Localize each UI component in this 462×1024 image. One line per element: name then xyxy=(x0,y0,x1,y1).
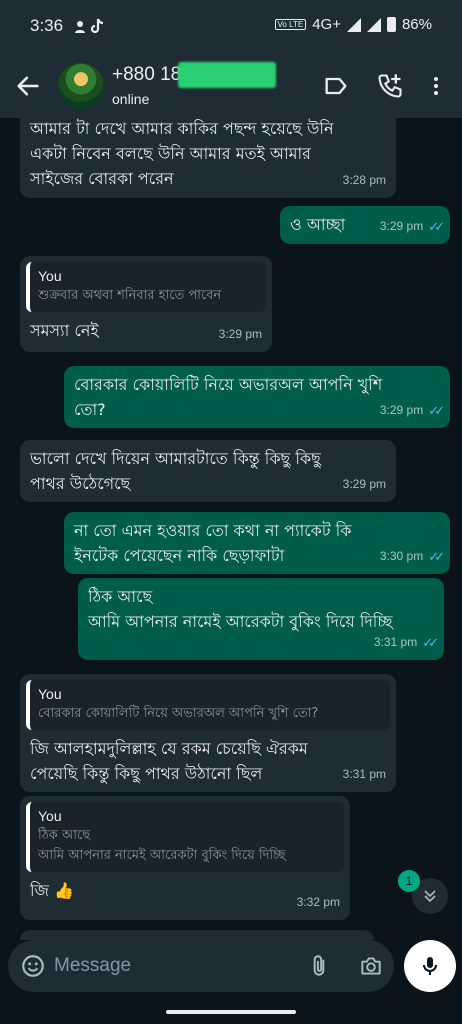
message-bubble[interactable]: বোরকার কোয়ালিটি নিয়ে অভারঅল আপনি খুশি … xyxy=(64,366,450,428)
message-time: 3:30 pm xyxy=(379,549,424,563)
message-time: 3:31 pm xyxy=(373,635,418,649)
message-text: ভালো দেখে দিয়েন আমারটাতে কিন্তু কিছু কি… xyxy=(30,449,321,493)
read-ticks-icon: ✓✓ xyxy=(422,635,439,650)
quoted-message[interactable]: You বোরকার কোয়ালিটি নিয়ে অভারঅল আপনি খ… xyxy=(26,680,390,730)
message-meta: 3:28 pm xyxy=(343,168,386,193)
quote-text: শুক্রবার অথবা শনিবার হাতে পাবেন xyxy=(38,288,222,303)
message-time: 3:28 pm xyxy=(342,173,386,187)
status-time: 3:36 xyxy=(30,16,64,35)
camera-icon[interactable] xyxy=(358,953,384,979)
double-chevron-down-icon xyxy=(424,890,436,903)
message-meta: 3:32 pm xyxy=(297,890,340,915)
message-meta: 3:30 pm ✓✓ xyxy=(379,544,445,569)
attach-icon[interactable] xyxy=(306,953,332,979)
status-right: Vo LTE 4G+ 86% xyxy=(274,16,432,33)
gesture-nav-bar[interactable] xyxy=(166,1010,296,1014)
message-text: জি আলহামদুলিল্লাহ যে রকম চেয়েছি ঐরকম পে… xyxy=(30,739,308,783)
voice-record-button[interactable] xyxy=(404,940,456,992)
message-bubble[interactable]: না তো এমন হওয়ার তো কথা না প্যাকেট কি ইন… xyxy=(64,512,450,574)
message-meta: 3:29 pm xyxy=(219,322,262,347)
back-arrow-icon[interactable] xyxy=(14,72,42,100)
contact-name[interactable]: +880 18 xyxy=(112,64,181,86)
quoted-message[interactable]: You শুক্রবার অথবা শনিবার হাতে পাবেন xyxy=(26,262,266,312)
network-type: 4G+ xyxy=(312,16,341,33)
message-bubble[interactable]: ও আচ্ছা 3:29 pm ✓✓ xyxy=(280,206,450,244)
tiktok-icon xyxy=(75,18,104,34)
message-time: 3:31 pm xyxy=(342,767,386,781)
chat-area[interactable]: আমার টা দেখে আমার কাকির পছন্দ হয়েছে উনি… xyxy=(0,118,462,940)
message-bubble[interactable]: আমার টা দেখে আমার কাকির পছন্দ হয়েছে উনি… xyxy=(20,118,396,198)
message-text: আমার টা দেখে আমার কাকির পছন্দ হয়েছে উনি… xyxy=(30,119,334,188)
unread-count-badge: 1 xyxy=(398,870,420,892)
notification-icons xyxy=(74,17,114,39)
redaction-mark xyxy=(178,62,276,88)
volte-icon: Vo LTE xyxy=(274,19,307,30)
message-time: 3:29 pm xyxy=(342,477,386,491)
message-meta: 3:31 pm xyxy=(343,762,386,787)
message-time: 3:32 pm xyxy=(296,895,340,909)
contact-status: online xyxy=(112,91,150,107)
message-meta: 3:29 pm xyxy=(343,472,386,497)
message-bubble[interactable]: You ঠিক আছে আমি আপনার নামেই আরেকটা বুকিং… xyxy=(20,796,350,920)
battery-level: 86% xyxy=(401,16,432,33)
read-ticks-icon: ✓✓ xyxy=(428,219,445,234)
avatar[interactable] xyxy=(58,63,104,109)
composer-bar xyxy=(8,940,394,992)
read-ticks-icon: ✓✓ xyxy=(428,549,445,564)
chat-header: +880 18 online xyxy=(0,54,462,118)
quoted-message[interactable]: You ঠিক আছে আমি আপনার নামেই আরেকটা বুকিং… xyxy=(26,802,344,872)
quote-author: You xyxy=(38,808,62,824)
message-bubble[interactable]: ভালো দেখে দিয়েন আমারটাতে কিন্তু কিছু কি… xyxy=(20,440,396,502)
quote-text: ঠিক আছে আমি আপনার নামেই আরেকটা বুকিং দিয… xyxy=(38,828,286,863)
message-meta: 3:29 pm ✓✓ xyxy=(379,214,445,239)
quote-author: You xyxy=(38,268,62,284)
message-meta: 3:29 pm ✓✓ xyxy=(379,398,445,423)
message-text: ঠিক আছে আমি আপনার নামেই আরেকটা বুকিং দিয… xyxy=(88,587,393,631)
message-input[interactable] xyxy=(54,953,294,979)
label-icon[interactable] xyxy=(322,72,350,100)
add-call-icon[interactable] xyxy=(376,72,404,100)
message-meta: 3:31 pm ✓✓ xyxy=(373,630,439,655)
signal-icon-2 xyxy=(366,17,381,32)
quote-author: You xyxy=(38,686,62,702)
signal-icon xyxy=(346,17,361,32)
partial-message-bubble[interactable] xyxy=(20,930,374,940)
message-time: 3:29 pm xyxy=(379,219,424,233)
more-vert-icon[interactable] xyxy=(424,72,448,100)
message-bubble[interactable]: ঠিক আছে আমি আপনার নামেই আরেকটা বুকিং দিয… xyxy=(78,578,444,660)
message-time: 3:29 pm xyxy=(218,327,262,341)
read-ticks-icon: ✓✓ xyxy=(428,403,445,418)
message-time: 3:29 pm xyxy=(379,403,424,417)
message-bubble[interactable]: You শুক্রবার অথবা শনিবার হাতে পাবেন সমস্… xyxy=(20,256,272,352)
status-bar: 3:36 Vo LTE 4G+ 86% xyxy=(0,0,462,54)
quote-text: বোরকার কোয়ালিটি নিয়ে অভারঅল আপনি খুশি … xyxy=(38,706,319,721)
emoji-icon[interactable] xyxy=(20,953,46,979)
battery-icon xyxy=(386,17,396,32)
message-bubble[interactable]: You বোরকার কোয়ালিটি নিয়ে অভারঅল আপনি খ… xyxy=(20,674,396,792)
mic-icon xyxy=(423,957,437,975)
